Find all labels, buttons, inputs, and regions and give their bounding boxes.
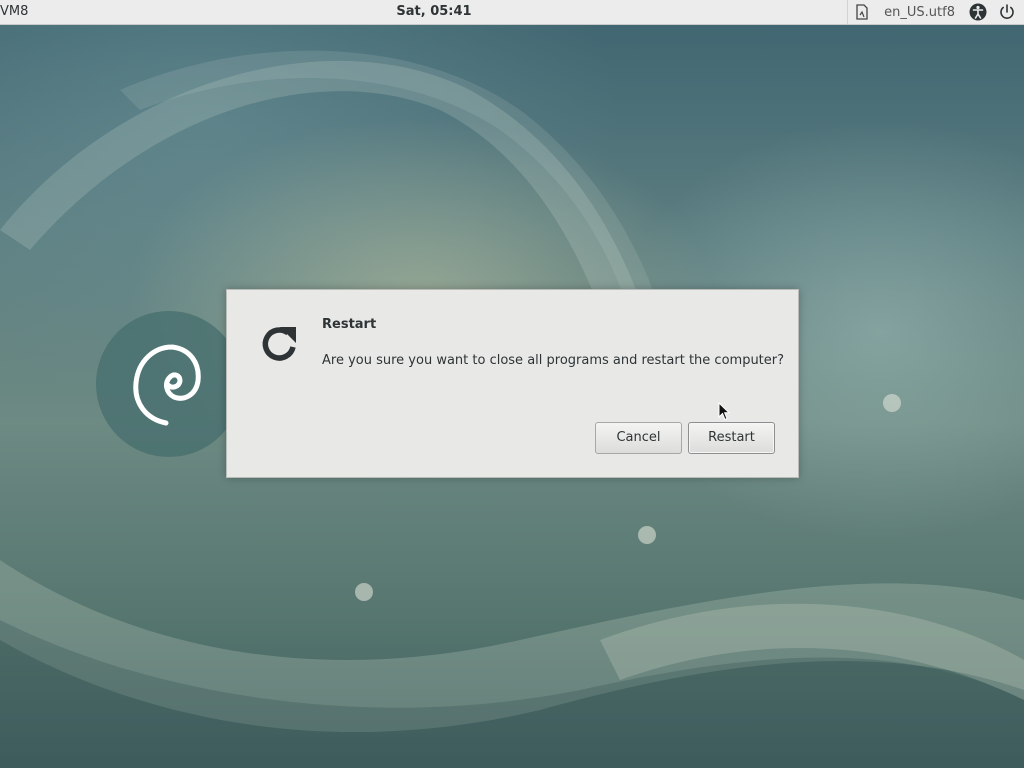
power-icon[interactable]	[999, 4, 1015, 20]
clock[interactable]: Sat, 05:41	[0, 4, 868, 19]
dialog-message: Are you sure you want to close all progr…	[322, 353, 785, 368]
top-panel: VM8 Sat, 05:41 en_US.utf8	[0, 0, 1024, 25]
keyboard-layout-icon[interactable]	[854, 4, 870, 20]
mouse-pointer-icon	[718, 402, 730, 421]
cancel-button[interactable]: Cancel	[595, 422, 682, 454]
restart-icon	[262, 327, 296, 361]
wallpaper-dot	[638, 526, 656, 544]
accessibility-icon[interactable]	[969, 3, 987, 21]
debian-swirl-icon	[133, 344, 201, 426]
restart-button[interactable]: Restart	[688, 422, 775, 454]
tray-separator	[847, 0, 849, 24]
wallpaper-dot	[883, 394, 901, 412]
debian-logo	[96, 311, 242, 457]
restart-dialog: Restart Are you sure you want to close a…	[226, 289, 799, 478]
system-tray: en_US.utf8	[847, 0, 1024, 24]
dialog-title: Restart	[322, 317, 377, 332]
wallpaper-dot	[355, 583, 373, 601]
locale-indicator[interactable]: en_US.utf8	[884, 5, 955, 20]
